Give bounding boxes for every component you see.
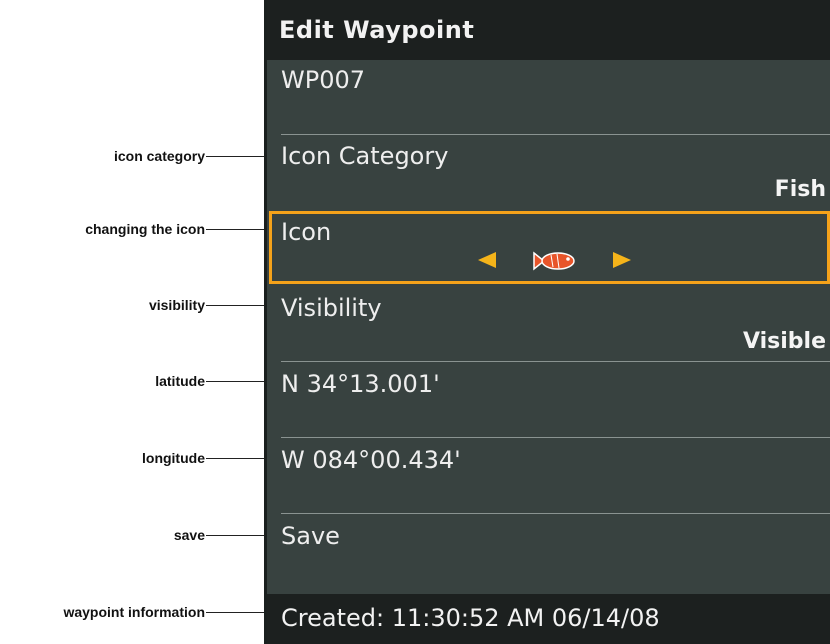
icon-category-label[interactable]: Icon Category	[281, 142, 448, 170]
latitude-field[interactable]: N 34°13.001'	[281, 370, 440, 398]
callout-save: save	[173, 527, 205, 543]
waypoint-info-bar: Created: 11:30:52 AM 06/14/08	[267, 594, 830, 644]
icon-category-value[interactable]: Fish	[775, 177, 826, 202]
divider	[281, 513, 830, 514]
leader-line	[206, 535, 266, 536]
divider	[281, 361, 830, 362]
arrow-right-icon[interactable]	[613, 252, 631, 268]
created-timestamp: Created: 11:30:52 AM 06/14/08	[281, 604, 660, 632]
page-title: Edit Waypoint	[279, 16, 475, 44]
visibility-value[interactable]: Visible	[743, 329, 826, 354]
leader-line	[206, 156, 266, 157]
leader-line	[206, 612, 266, 613]
arrow-left-icon[interactable]	[478, 252, 496, 268]
longitude-field[interactable]: W 084°00.434'	[281, 446, 461, 474]
edit-waypoint-screen: Edit Waypoint WP007 Icon Category Fish I…	[264, 0, 830, 644]
leader-line	[206, 305, 266, 306]
callout-icon-category: icon category	[113, 148, 205, 164]
leader-line	[206, 458, 266, 459]
callout-visibility: visibility	[148, 297, 205, 313]
fish-icon	[533, 251, 575, 271]
divider	[281, 134, 830, 135]
save-button[interactable]: Save	[281, 522, 340, 550]
icon-label: Icon	[281, 218, 332, 246]
leader-line	[206, 229, 266, 230]
callout-changing-icon: changing the icon	[85, 221, 205, 237]
callout-longitude: longitude	[142, 450, 205, 466]
callout-waypoint-info: waypoint information	[63, 604, 205, 620]
leader-line	[206, 381, 266, 382]
title-bar: Edit Waypoint	[267, 0, 830, 60]
callout-latitude: latitude	[155, 373, 205, 389]
waypoint-name-field[interactable]: WP007	[281, 66, 365, 94]
icon-selector-row[interactable]	[269, 211, 830, 284]
visibility-label[interactable]: Visibility	[281, 294, 382, 322]
divider	[281, 437, 830, 438]
